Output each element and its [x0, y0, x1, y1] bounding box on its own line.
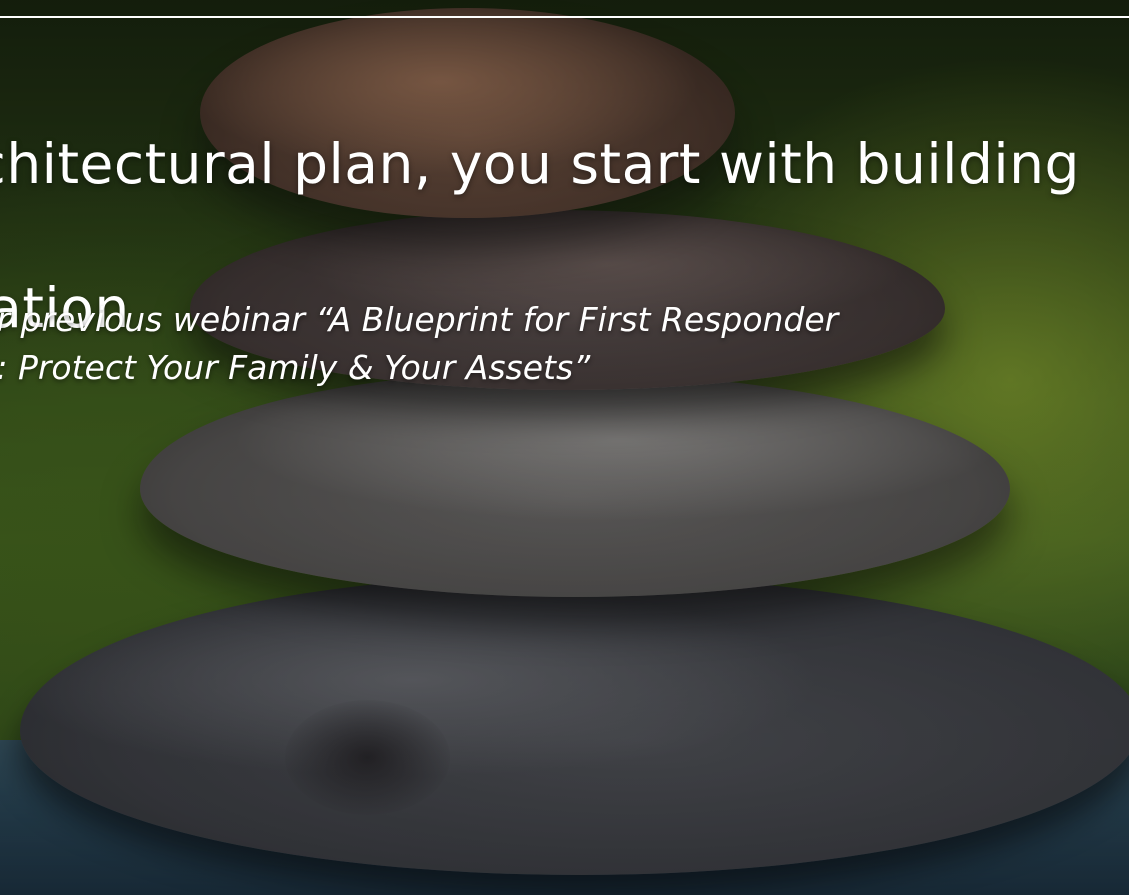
- headline-line-1: An architectural plan, you start with bu…: [0, 132, 1080, 196]
- top-divider-line: [0, 16, 1129, 18]
- subtitle-line-1: From our previous webinar “A Blueprint f…: [0, 300, 839, 339]
- subtitle-line-2: Families: Protect Your Family & Your Ass…: [0, 348, 591, 387]
- slide-subtitle: From our previous webinar “A Blueprint f…: [0, 296, 1060, 392]
- slide: An architectural plan, you start with bu…: [0, 0, 1129, 895]
